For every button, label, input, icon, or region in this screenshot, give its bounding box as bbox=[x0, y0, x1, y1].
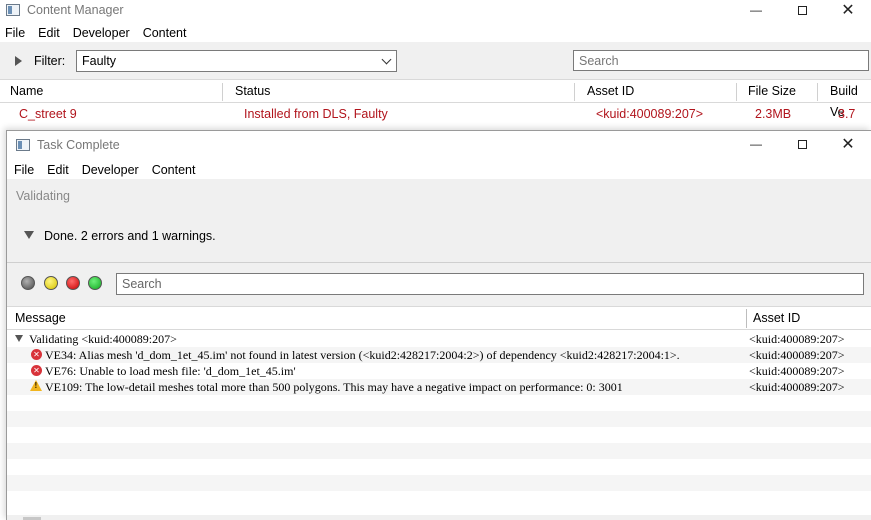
stage-label: Validating bbox=[16, 189, 70, 203]
minimize-icon[interactable]: — bbox=[733, 0, 779, 20]
log-row[interactable]: ✕ VE34: Alias mesh 'd_dom_1et_45.im' not… bbox=[7, 347, 871, 363]
menu-edit[interactable]: Edit bbox=[47, 163, 69, 177]
col-divider[interactable] bbox=[574, 83, 575, 101]
task-complete-window: Task Complete — ✕ File Edit Developer Co… bbox=[6, 130, 871, 520]
horizontal-scrollbar[interactable] bbox=[7, 515, 871, 520]
filter-ok-toggle[interactable] bbox=[88, 276, 102, 290]
collapse-triangle-icon[interactable] bbox=[24, 231, 34, 239]
log-header: Message Asset ID bbox=[7, 307, 871, 330]
error-icon: ✕ bbox=[31, 365, 42, 376]
log-message: Validating <kuid:400089:207> bbox=[29, 332, 177, 346]
cell-build: 3.7 bbox=[838, 107, 856, 121]
col-divider[interactable] bbox=[817, 83, 818, 101]
maximize-icon[interactable] bbox=[779, 134, 825, 154]
col-file-size[interactable]: File Size bbox=[738, 81, 796, 103]
log-asset-id: <kuid:400089:207> bbox=[749, 332, 845, 346]
col-message[interactable]: Message bbox=[15, 311, 66, 325]
col-status[interactable]: Status bbox=[225, 81, 270, 103]
log-search-input[interactable] bbox=[116, 273, 864, 295]
tc-window-title: Task Complete bbox=[37, 138, 120, 152]
menu-file[interactable]: File bbox=[5, 26, 25, 40]
log-message: VE109: The low-detail meshes total more … bbox=[45, 380, 623, 394]
menu-edit[interactable]: Edit bbox=[38, 26, 60, 40]
app-window-icon bbox=[16, 139, 30, 151]
collapse-triangle-icon[interactable] bbox=[15, 335, 23, 342]
menu-developer[interactable]: Developer bbox=[73, 26, 130, 40]
error-icon: ✕ bbox=[31, 349, 42, 360]
maximize-icon[interactable] bbox=[779, 0, 825, 20]
app-window-icon bbox=[6, 4, 20, 16]
log-message: VE34: Alias mesh 'd_dom_1et_45.im' not f… bbox=[45, 348, 680, 362]
col-divider[interactable] bbox=[746, 309, 747, 328]
log-row[interactable]: VE109: The low-detail meshes total more … bbox=[7, 379, 871, 395]
menu-file[interactable]: File bbox=[14, 163, 34, 177]
col-asset-id[interactable]: Asset ID bbox=[577, 81, 634, 103]
filter-all-toggle[interactable] bbox=[21, 276, 35, 290]
close-icon[interactable]: ✕ bbox=[825, 0, 871, 20]
cm-window-title: Content Manager bbox=[27, 3, 124, 17]
col-divider[interactable] bbox=[736, 83, 737, 101]
filter-errors-toggle[interactable] bbox=[66, 276, 80, 290]
filter-dropdown[interactable]: Faulty bbox=[76, 50, 397, 72]
tc-titlebar[interactable]: Task Complete — ✕ bbox=[7, 134, 871, 156]
cm-menubar: File Edit Developer Content bbox=[0, 23, 871, 43]
tc-menubar: File Edit Developer Content bbox=[7, 160, 871, 180]
cm-titlebar[interactable]: Content Manager — ✕ bbox=[0, 0, 871, 20]
log-row[interactable]: ✕ VE76: Unable to load mesh file: 'd_dom… bbox=[7, 363, 871, 379]
cell-file-size: 2.3MB bbox=[755, 107, 792, 121]
cm-table-header: Name Status Asset ID File Size Build Ve bbox=[0, 81, 871, 119]
chevron-down-icon bbox=[381, 54, 392, 65]
col-name[interactable]: Name bbox=[0, 81, 43, 103]
log-panel: Message Asset ID Validating <kuid:400089… bbox=[7, 306, 871, 520]
empty-row bbox=[7, 411, 871, 427]
menu-content[interactable]: Content bbox=[152, 163, 196, 177]
cell-name: C_street 9 bbox=[19, 107, 77, 121]
filter-warnings-toggle[interactable] bbox=[44, 276, 58, 290]
col-asset-id[interactable]: Asset ID bbox=[753, 311, 800, 325]
warning-icon bbox=[30, 380, 42, 391]
task-summary: Done. 2 errors and 1 warnings. bbox=[44, 229, 216, 243]
log-message: VE76: Unable to load mesh file: 'd_dom_1… bbox=[45, 364, 296, 378]
empty-row bbox=[7, 443, 871, 459]
empty-row bbox=[7, 475, 871, 491]
log-asset-id: <kuid:400089:207> bbox=[749, 380, 845, 394]
empty-row bbox=[7, 491, 871, 507]
col-divider[interactable] bbox=[222, 83, 223, 101]
minimize-icon[interactable]: — bbox=[733, 134, 779, 154]
empty-row bbox=[7, 395, 871, 411]
expand-triangle-icon[interactable] bbox=[15, 56, 22, 66]
menu-content[interactable]: Content bbox=[143, 26, 187, 40]
col-build-version[interactable]: Build Ve bbox=[820, 81, 871, 119]
content-manager-window: Content Manager — ✕ File Edit Developer … bbox=[0, 0, 871, 140]
close-icon[interactable]: ✕ bbox=[825, 134, 871, 154]
log-group-row[interactable]: Validating <kuid:400089:207> <kuid:40008… bbox=[7, 331, 871, 347]
empty-row bbox=[7, 459, 871, 475]
section-divider bbox=[7, 262, 871, 263]
cell-asset-id: <kuid:400089:207> bbox=[596, 107, 704, 121]
table-row[interactable]: C_street 9 Installed from DLS, Faulty <k… bbox=[0, 104, 871, 124]
menu-developer[interactable]: Developer bbox=[82, 163, 139, 177]
cm-search-input[interactable] bbox=[573, 50, 869, 71]
empty-row bbox=[7, 427, 871, 443]
filter-label: Filter: bbox=[34, 54, 66, 68]
filter-value: Faulty bbox=[82, 54, 117, 68]
log-asset-id: <kuid:400089:207> bbox=[749, 364, 845, 378]
cell-status: Installed from DLS, Faulty bbox=[244, 107, 388, 121]
log-asset-id: <kuid:400089:207> bbox=[749, 348, 845, 362]
